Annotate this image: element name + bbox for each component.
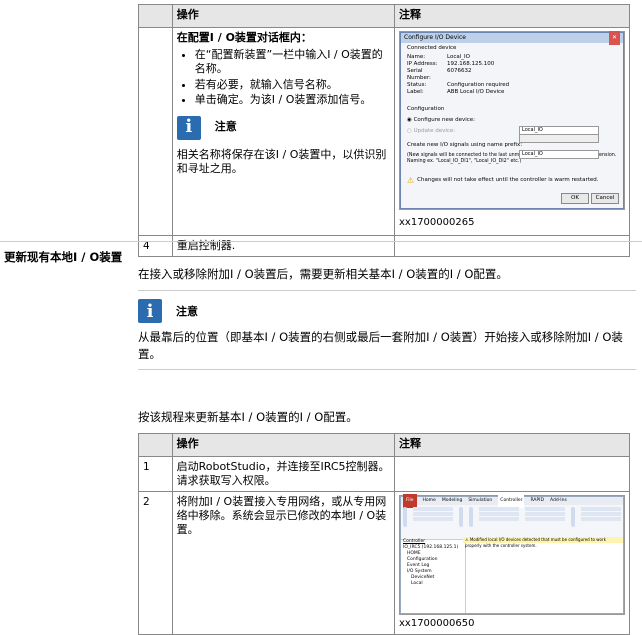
header-note: 注释 [394, 4, 630, 28]
prefix-input[interactable]: Local_IO [519, 150, 599, 159]
tree-item[interactable]: Local [403, 581, 463, 587]
field-key: IP Address: [407, 61, 438, 67]
tab-addins[interactable]: Add-Ins [550, 494, 567, 508]
header-number-cell [138, 4, 173, 28]
tab-controller[interactable]: Controller [498, 494, 525, 508]
header-note: 注释 [394, 433, 630, 457]
figure-caption: xx1700000265 [399, 217, 475, 228]
step-note-cell: Configure I/O Device ✕ Connected device … [394, 27, 630, 236]
ribbon-tabs: File Home Modeling Simulation Controller… [401, 494, 623, 508]
step-note [394, 456, 630, 492]
step-note-cell: File Home Modeling Simulation Controller… [394, 491, 630, 635]
configure-io-dialog: Configure I/O Device ✕ Connected device … [400, 31, 624, 209]
io-warning-text: Modified local I/O devices detected that… [465, 537, 606, 548]
field-row: Status: Configuration required [401, 82, 623, 89]
robotstudio-window: File Home Modeling Simulation Controller… [400, 494, 624, 614]
update-device-select[interactable] [519, 134, 599, 143]
info-icon: i [138, 299, 162, 323]
robotstudio-screenshot: File Home Modeling Simulation Controller… [399, 494, 625, 615]
add-controller-icon[interactable] [403, 507, 407, 527]
section-intro: 在接入或移除附加I / O装置后，需要更新相关基本I / O装置的I / O配置… [138, 267, 508, 281]
field-row: Name: Local_IO [401, 54, 623, 61]
ok-button[interactable]: OK [561, 193, 589, 204]
field-key: Serial Number: [407, 68, 431, 81]
step-number: 1 [138, 456, 173, 492]
update-device-label: Update device: [413, 128, 456, 134]
procedure-intro: 按该规程来更新基本I / O装置的I / O配置。 [138, 410, 358, 424]
step-action: 启动RobotStudio，并连接至IRC5控制器。请求获取写入权限。 [171, 456, 396, 492]
configure-new-radio[interactable]: ◉ Configure new device: [401, 115, 623, 126]
bullet-item: 在“配置新装置”一栏中输入I / O装置的名称。 [195, 48, 390, 77]
note-label: 注意 [176, 305, 198, 318]
ribbon-group [413, 507, 453, 537]
configure-new-label: Configure new device: [413, 117, 476, 123]
field-key: Name: [407, 54, 426, 60]
step-number-cell [138, 27, 173, 236]
ribbon-group [525, 507, 565, 537]
field-key: Label: [407, 89, 424, 95]
info-icon: i [176, 115, 201, 140]
procedure-table-bottom: 操作 注释 1 启动RobotStudio，并连接至IRC5控制器。请求获取写入… [138, 433, 630, 635]
step-number: 4 [138, 235, 173, 257]
step-action: 重启控制器. [171, 235, 396, 257]
field-key: Status: [407, 82, 427, 88]
field-value: Local_IO [447, 54, 470, 60]
warning-row: ⚠ Changes will not take effect until the… [401, 175, 623, 186]
step-action-cell: 在配置I / O装置对话框内： 在“配置新装置”一栏中输入I / O装置的名称。… [171, 27, 396, 236]
warning-text: Changes will not take effect until the c… [417, 177, 599, 183]
dialog-screenshot: Configure I/O Device ✕ Connected device … [399, 31, 625, 210]
section-title: 更新现有本地I / O装置 [4, 250, 123, 264]
field-row: Label: ABB Local I/O Device [401, 89, 623, 96]
step-action: 将附加I / O装置接入专用网络，或从专用网络中移除。系统会显示已修改的本地I … [171, 491, 396, 635]
field-value: ABB Local I/O Device [447, 89, 505, 95]
figure-caption: xx1700000650 [399, 618, 475, 629]
header-number-cell [138, 433, 173, 457]
dialog-title: Configure I/O Device [404, 34, 466, 41]
field-row: Serial Number: 6076632 [401, 68, 623, 82]
tab-home[interactable]: Home [423, 494, 436, 508]
ribbon-group [581, 507, 621, 537]
step-number: 2 [138, 491, 173, 635]
tab-rapid[interactable]: RAPID [530, 494, 544, 508]
field-value: Configuration required [447, 82, 510, 88]
note-label: 注意 [214, 120, 237, 134]
connected-section-label: Connected device [407, 45, 457, 51]
io-warning-banner[interactable]: ⚠ Modified local I/O devices detected th… [463, 537, 623, 548]
step-intro: 在配置I / O装置对话框内： [176, 31, 312, 44]
note-box: i 注意 从最靠后的位置（即基本I / O装置的右侧或最后一套附加I / O装置… [138, 290, 636, 370]
ribbon-group [479, 507, 519, 537]
tab-simulation[interactable]: Simulation [468, 494, 492, 508]
dialog-titlebar: Configure I/O Device ✕ [401, 31, 623, 45]
note-header: i 注意 [138, 299, 636, 323]
controller-tree: Controller IO_IRC5 (192.168.125.1) HOME … [401, 537, 466, 613]
tab-modeling[interactable]: Modeling [442, 494, 462, 508]
field-value: 6076632 [447, 68, 472, 74]
step-bullet-list: 在“配置新装置”一栏中输入I / O装置的名称。 若有必要，就输入信号名称。 单… [177, 48, 390, 108]
procedure-table-top: 操作 注释 在配置I / O装置对话框内： 在“配置新装置”一栏中输入I / O… [138, 4, 630, 257]
note-text: 相关名称将保存在该I / O装置中，以供识别和寻址之用。 [176, 147, 387, 176]
cancel-button[interactable]: Cancel [591, 193, 619, 204]
configuration-icon[interactable] [571, 507, 575, 527]
backup-icon[interactable] [469, 507, 473, 527]
note-text: 从最靠后的位置（即基本I / O装置的右侧或最后一套附加I / O装置）开始接入… [138, 330, 623, 361]
note-block: i 注意 [176, 115, 390, 140]
section-divider [0, 241, 642, 242]
header-action: 操作 [171, 4, 396, 28]
header-action: 操作 [171, 433, 396, 457]
close-icon[interactable]: ✕ [608, 31, 620, 45]
step-note [394, 235, 630, 257]
restart-icon[interactable] [459, 507, 463, 527]
tab-file[interactable]: File [403, 494, 417, 508]
bullet-item: 单击确定。为该I / O装置添加信号。 [195, 93, 390, 108]
field-value: 192.168.125.100 [447, 61, 495, 67]
warning-icon: ⚠ [407, 176, 415, 185]
field-row: IP Address: 192.168.125.100 [401, 61, 623, 68]
config-section-label: Configuration [407, 106, 445, 112]
ribbon-toolbar [401, 505, 623, 540]
bullet-item: 若有必要，就输入信号名称。 [195, 78, 390, 93]
